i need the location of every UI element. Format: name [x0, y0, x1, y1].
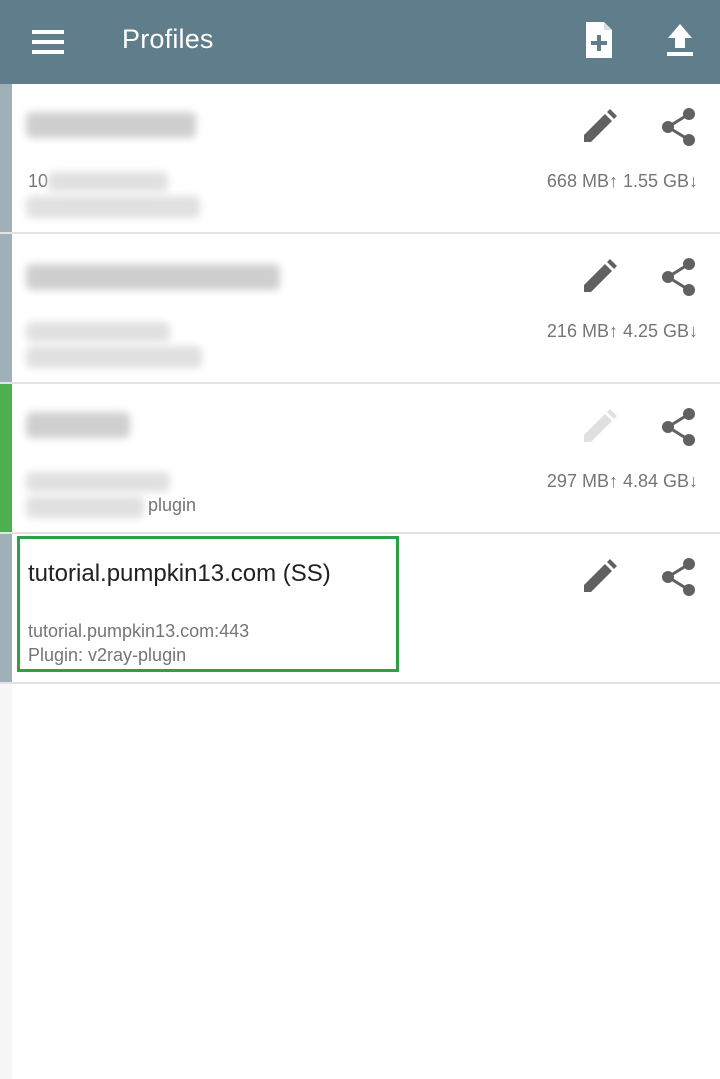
redacted-name — [26, 112, 196, 138]
app-bar: Profiles — [0, 0, 720, 84]
profile-card[interactable]: plugin 297 MB↑ 4.84 GB↓ — [0, 384, 720, 534]
edit-icon[interactable] — [578, 256, 620, 298]
edit-icon[interactable] — [578, 106, 620, 148]
edit-icon[interactable] — [578, 556, 620, 598]
redacted-name — [26, 196, 200, 218]
share-icon[interactable] — [658, 406, 700, 448]
profile-indicator — [0, 234, 12, 382]
profile-traffic: 297 MB↑ 4.84 GB↓ — [546, 471, 698, 491]
profile-traffic: 216 MB↑ 4.25 GB↓ — [546, 321, 698, 341]
profile-indicator — [0, 84, 12, 232]
redacted-host — [26, 472, 170, 492]
profile-traffic: 668 MB↑ 1.55 GB↓ — [546, 171, 698, 191]
add-file-icon[interactable] — [578, 18, 618, 62]
profile-indicator — [0, 534, 12, 682]
page-title: Profiles — [122, 24, 214, 54]
profile-indicator — [0, 384, 12, 532]
redacted-name — [26, 412, 130, 438]
profile-card[interactable]: 10 668 MB↑ 1.55 GB↓ — [0, 84, 720, 234]
share-icon[interactable] — [658, 556, 700, 598]
profile-plugin: plugin — [148, 495, 197, 515]
profile-host: 10 — [28, 171, 49, 191]
redacted-plugin — [26, 496, 144, 518]
profile-card[interactable]: 216 MB↑ 4.25 GB↓ — [0, 234, 720, 384]
share-icon[interactable] — [658, 256, 700, 298]
redacted-plugin — [26, 346, 202, 368]
highlight-box — [17, 536, 399, 672]
redacted-name — [26, 264, 280, 290]
menu-icon[interactable] — [28, 24, 68, 60]
redacted-host — [48, 172, 168, 192]
upload-icon[interactable] — [660, 18, 700, 62]
share-icon[interactable] — [658, 106, 700, 148]
redacted-host — [26, 322, 170, 342]
edit-icon — [584, 409, 617, 442]
